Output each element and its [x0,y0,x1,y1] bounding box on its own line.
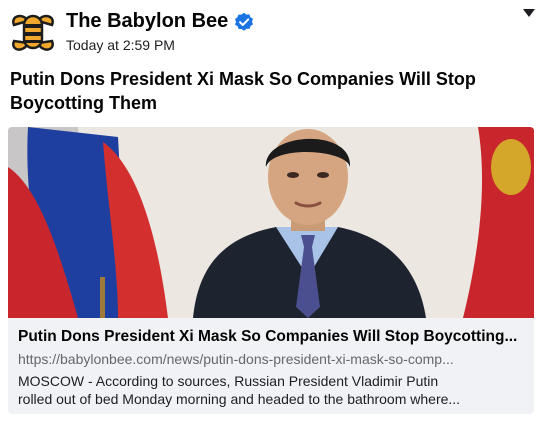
caret-down-icon [523,9,535,17]
link-preview-card[interactable]: Putin Dons President Xi Mask So Companie… [8,127,534,414]
post-options-button[interactable] [521,6,537,18]
post-timestamp[interactable]: Today at 2:59 PM [66,37,175,53]
link-description-line: MOSCOW - According to sources, Russian P… [18,373,439,389]
verified-badge-icon [234,12,254,32]
page-avatar[interactable] [10,11,56,53]
link-title[interactable]: Putin Dons President Xi Mask So Companie… [18,328,524,346]
link-preview-image[interactable] [8,127,534,318]
link-description: MOSCOW - According to sources, Russian P… [18,372,524,408]
bee-logo-icon [12,14,54,51]
page-name-row: The Babylon Bee [66,10,254,33]
post-text: Putin Dons President Xi Mask So Companie… [10,69,476,113]
page-name-link[interactable]: The Babylon Bee [66,10,228,33]
link-url[interactable]: https://babylonbee.com/news/putin-dons-p… [18,351,524,367]
link-description-line: rolled out of bed Monday morning and hea… [18,391,461,407]
